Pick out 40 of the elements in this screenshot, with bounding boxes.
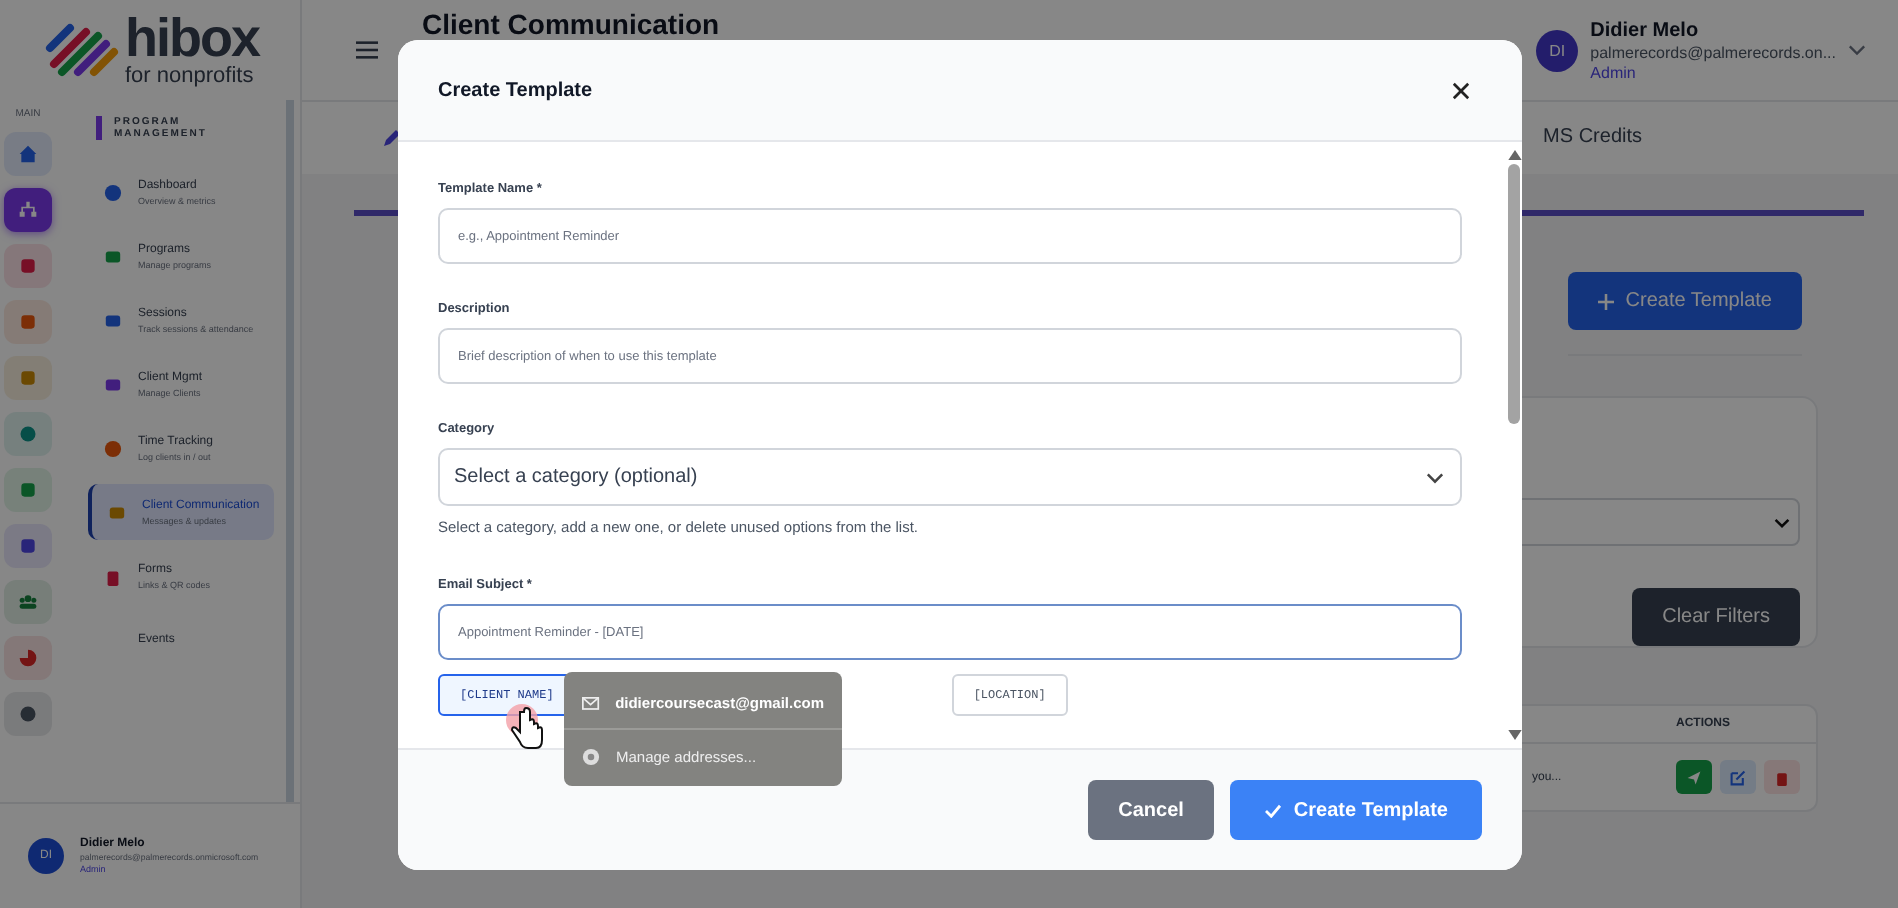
chevron-down-icon[interactable]: [1848, 44, 1866, 56]
menu-icon[interactable]: [356, 40, 378, 60]
user-role: Admin: [1590, 63, 1638, 81]
user-email: palmerecords@palmerecords.on...: [1590, 43, 1836, 61]
home-icon: [18, 144, 38, 164]
plus-icon: [1597, 293, 1614, 309]
page-title: Client Communication: [422, 8, 720, 40]
delete-button[interactable]: [1764, 760, 1800, 794]
chevron-down-icon: [1774, 517, 1790, 527]
send-button[interactable]: [1676, 760, 1712, 794]
user-name: Didier Melo: [1590, 19, 1701, 41]
pie-icon: [18, 648, 38, 668]
scrollbar-thumb[interactable]: [1508, 164, 1520, 424]
user-avatar[interactable]: DI: [1536, 29, 1579, 71]
category-select[interactable]: Select a category (optional): [438, 448, 1462, 506]
tab[interactable]: MS Credits: [1543, 113, 1642, 163]
chevron-down-icon: [1426, 471, 1444, 483]
trash-icon: [1774, 769, 1790, 785]
people-icon: [18, 592, 38, 612]
logo-icon: [41, 20, 121, 80]
circle-icon: [582, 747, 600, 765]
people-icon: [104, 375, 122, 393]
close-icon[interactable]: [1452, 81, 1470, 99]
envelope-icon: [582, 693, 600, 711]
trash-icon: [104, 567, 122, 585]
paper-plane-icon: [1686, 769, 1702, 785]
pencil-icon: [382, 128, 402, 148]
brand-name: hibox: [125, 12, 259, 66]
rail-button[interactable]: [4, 188, 52, 232]
brand-tagline: for nonprofits: [125, 66, 256, 88]
scroll-down-icon[interactable]: [1507, 730, 1521, 740]
checkmark-icon: [1263, 803, 1282, 817]
scroll-up-icon[interactable]: [1507, 150, 1521, 160]
create-template-button[interactable]: Create Template: [1567, 272, 1802, 330]
clear-filters-button[interactable]: Clear Filters: [1632, 588, 1800, 646]
cancel-button[interactable]: Cancel: [1088, 780, 1214, 840]
create-template-button[interactable]: Create Template: [1229, 780, 1482, 840]
dot-icon: [18, 424, 38, 444]
edit-button[interactable]: [1720, 760, 1756, 794]
dialog-title: Create Template: [438, 79, 593, 101]
